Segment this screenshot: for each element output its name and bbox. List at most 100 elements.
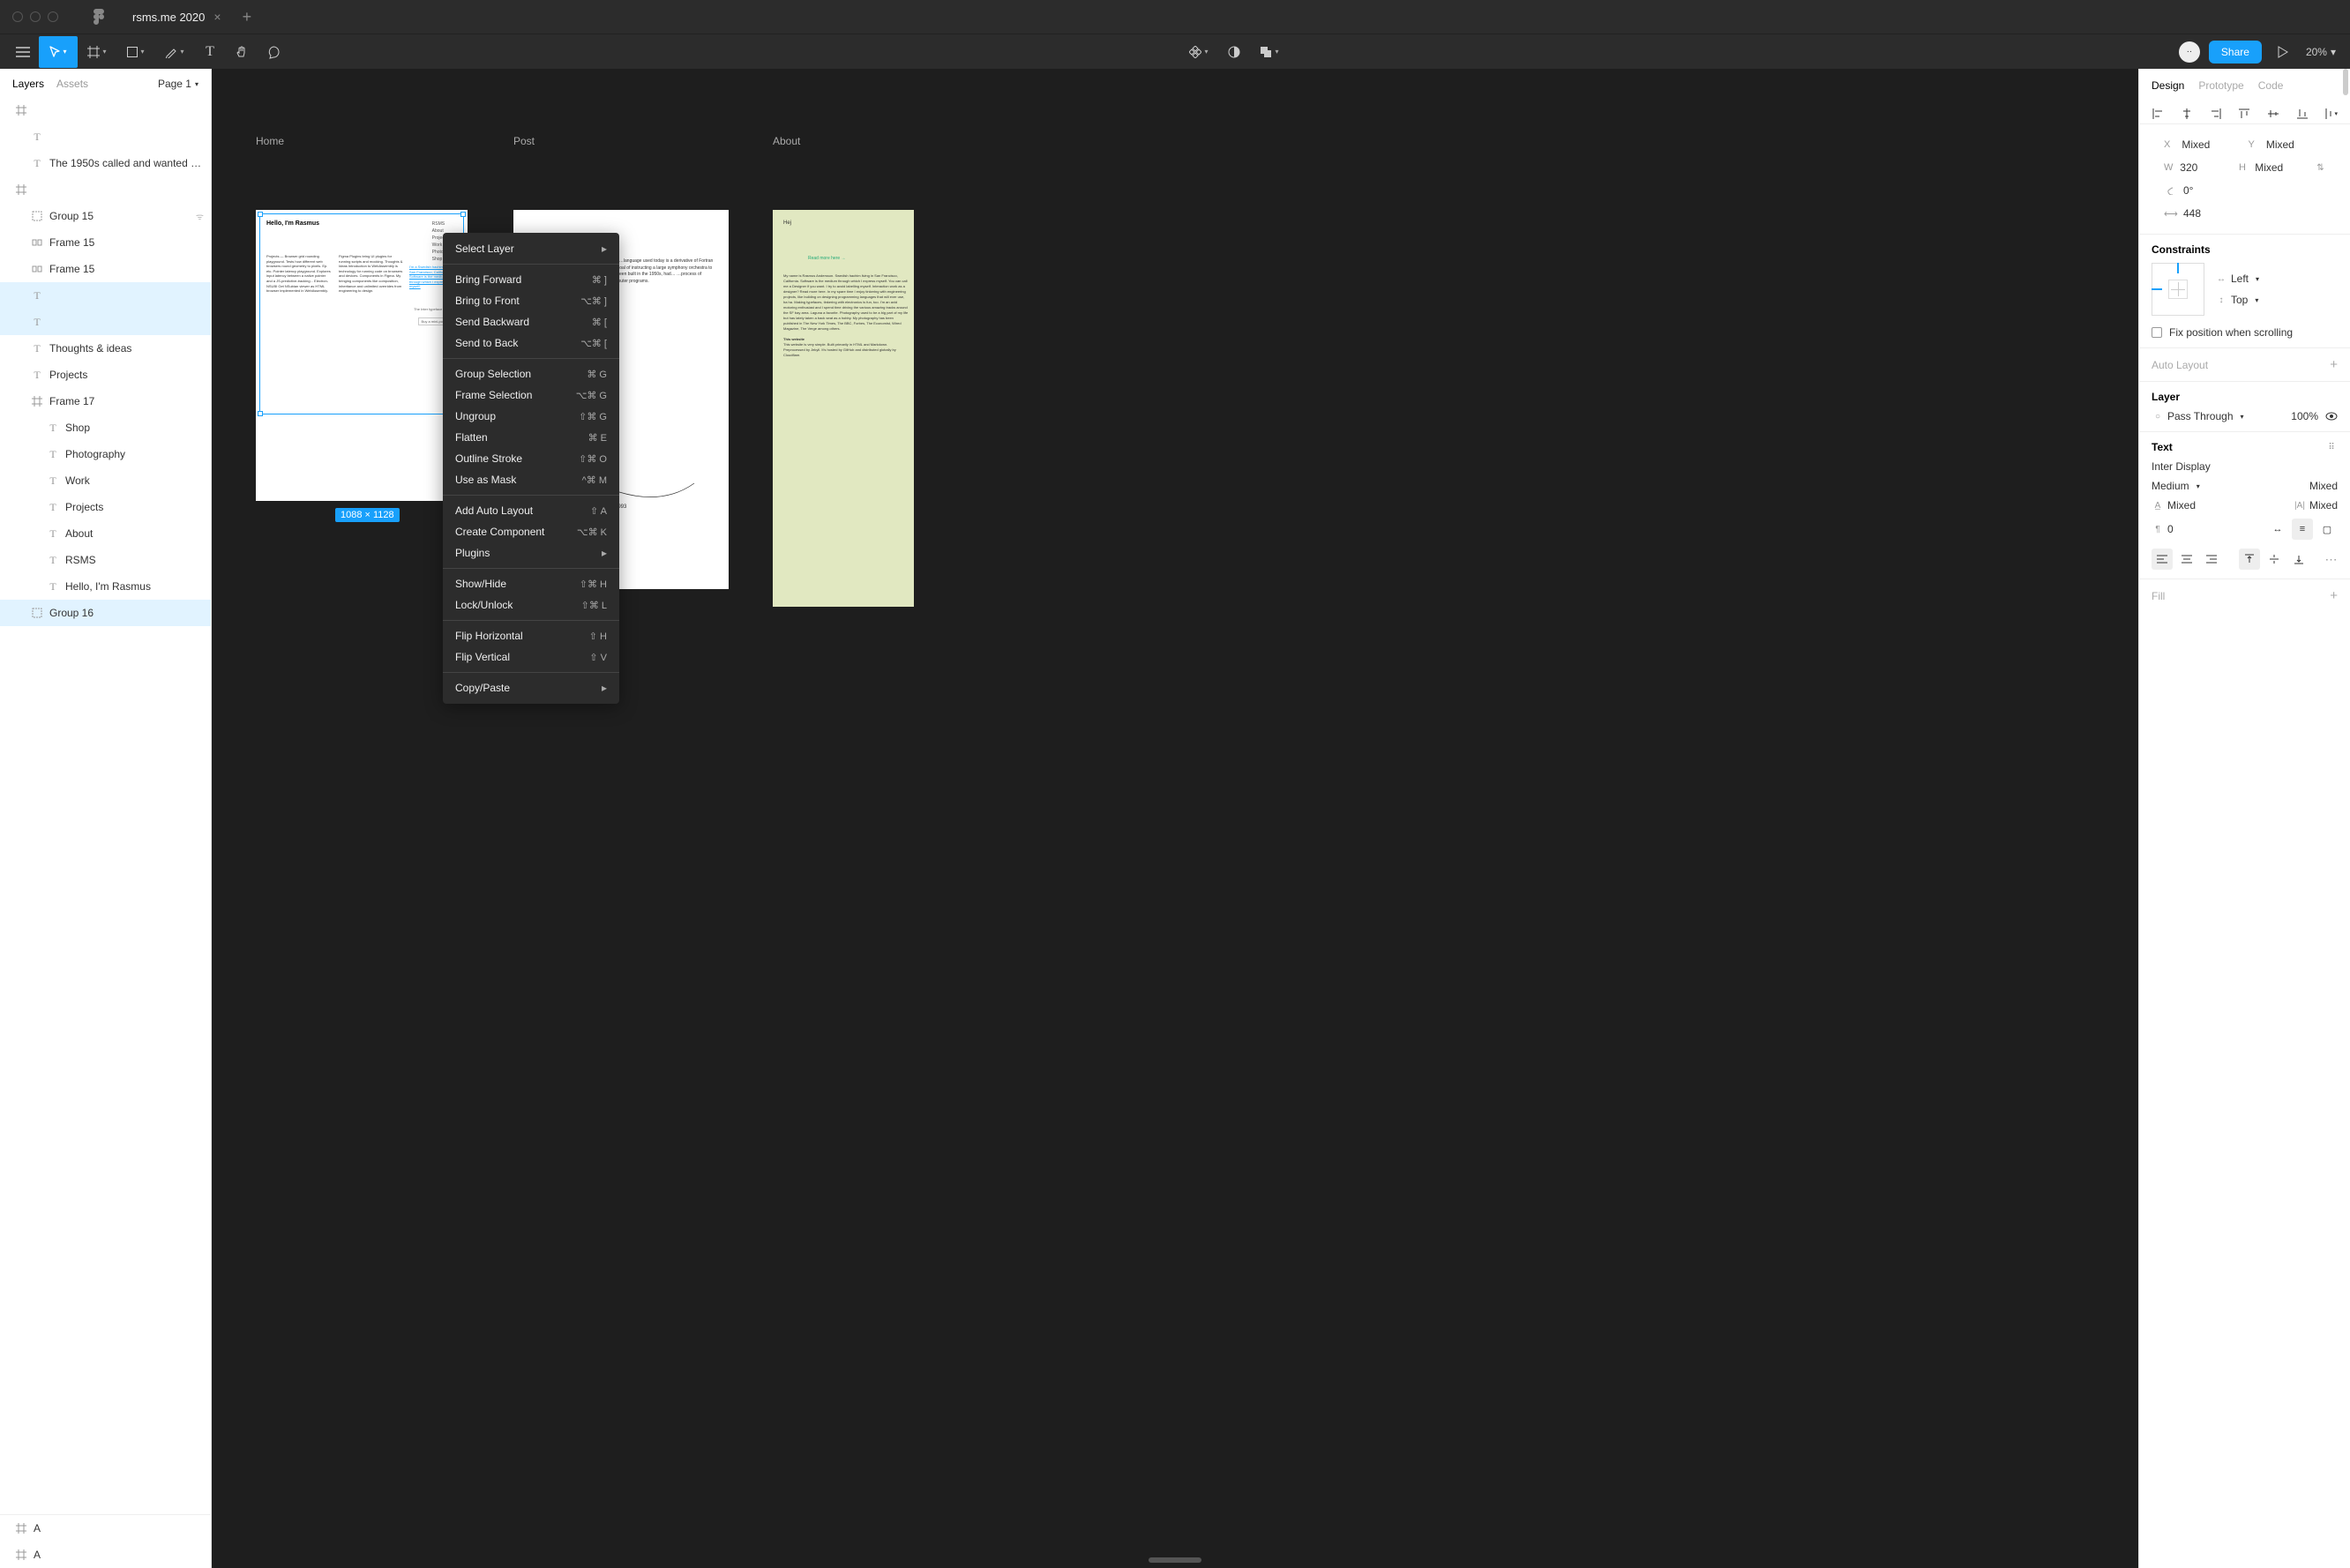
layer-row[interactable]: TRSMS: [0, 547, 211, 573]
layer-row[interactable]: TPhotography: [0, 441, 211, 467]
add-fill-button[interactable]: +: [2330, 588, 2338, 603]
context-menu-item[interactable]: Send to Back⌥⌘ [: [443, 332, 619, 354]
text-tool[interactable]: T: [194, 36, 226, 68]
layer-row[interactable]: Group 15ᯤ: [0, 203, 211, 229]
line-height-field[interactable]: Mixed: [2167, 499, 2196, 511]
visibility-icon[interactable]: [2325, 410, 2338, 422]
layer-row[interactable]: TAbout: [0, 520, 211, 547]
zoom-window-icon[interactable]: [48, 11, 58, 22]
hidden-icon[interactable]: ᯤ: [196, 210, 204, 222]
tab-prototype[interactable]: Prototype: [2198, 79, 2243, 92]
close-tab-icon[interactable]: ×: [213, 10, 221, 24]
constraint-h-dropdown[interactable]: ↔Left▾: [2215, 273, 2338, 285]
new-tab-button[interactable]: +: [234, 8, 261, 26]
layer-row[interactable]: THello, I'm Rasmus: [0, 573, 211, 600]
constraints-widget[interactable]: [2152, 263, 2204, 316]
context-menu-item[interactable]: Show/Hide⇧⌘ H: [443, 573, 619, 594]
context-menu-item[interactable]: Outline Stroke⇧⌘ O: [443, 448, 619, 469]
h-field[interactable]: Mixed: [2255, 161, 2307, 174]
layer-row[interactable]: [0, 176, 211, 203]
blend-mode-dropdown[interactable]: ○Pass Through▾: [2152, 410, 2244, 422]
context-menu-item[interactable]: Use as Mask^⌘ M: [443, 469, 619, 490]
align-center-text-icon[interactable]: [2176, 549, 2197, 570]
width-alt-field[interactable]: 448: [2183, 207, 2249, 220]
align-left-text-icon[interactable]: [2152, 549, 2173, 570]
align-right-icon[interactable]: [2210, 108, 2222, 120]
tab-code[interactable]: Code: [2258, 79, 2284, 92]
layer-row[interactable]: [0, 97, 211, 123]
canvas-scrollbar[interactable]: [1149, 1557, 1201, 1563]
shape-tool[interactable]: ▾: [116, 36, 155, 68]
align-middle-text-icon[interactable]: [2264, 549, 2285, 570]
zoom-dropdown[interactable]: 20%▾: [2299, 46, 2343, 58]
layer-row[interactable]: TWork: [0, 467, 211, 494]
layer-row[interactable]: T: [0, 123, 211, 150]
frame-about[interactable]: Hej Read more here → My name is Rasmus A…: [773, 210, 914, 607]
layer-row[interactable]: T: [0, 309, 211, 335]
layers-tree[interactable]: TTThe 1950s called and wanted …Group 15ᯤ…: [0, 97, 211, 1514]
align-right-text-icon[interactable]: [2201, 549, 2222, 570]
opacity-field[interactable]: 100%: [2291, 410, 2318, 422]
layer-row[interactable]: A: [0, 1515, 211, 1542]
move-tool[interactable]: ▾: [39, 36, 78, 68]
rotation-field[interactable]: 0°: [2183, 184, 2249, 197]
mask-tool[interactable]: [1218, 36, 1250, 68]
align-left-icon[interactable]: [2152, 108, 2164, 120]
context-menu-item[interactable]: Send Backward⌘ [: [443, 311, 619, 332]
layer-row[interactable]: Group 16: [0, 600, 211, 626]
layer-row[interactable]: Frame 17: [0, 388, 211, 414]
close-window-icon[interactable]: [12, 11, 23, 22]
frame-tool[interactable]: ▾: [78, 36, 116, 68]
align-v-center-icon[interactable]: [2267, 108, 2279, 120]
link-wh-icon[interactable]: ⇅: [2316, 161, 2325, 174]
tab-assets[interactable]: Assets: [56, 78, 88, 90]
tab-design[interactable]: Design: [2152, 79, 2184, 92]
context-menu-item[interactable]: Add Auto Layout⇧ A: [443, 500, 619, 521]
context-menu-item[interactable]: Frame Selection⌥⌘ G: [443, 385, 619, 406]
pen-tool[interactable]: ▾: [155, 36, 194, 68]
context-menu-item[interactable]: Group Selection⌘ G: [443, 363, 619, 385]
layer-row[interactable]: TThoughts & ideas: [0, 335, 211, 362]
frame-label[interactable]: Home: [256, 135, 284, 147]
comment-tool[interactable]: [258, 36, 289, 68]
avatar[interactable]: ··: [2179, 41, 2200, 63]
frame-label[interactable]: Post: [513, 135, 535, 147]
layer-row[interactable]: TProjects: [0, 494, 211, 520]
minimize-window-icon[interactable]: [30, 11, 41, 22]
tab-layers[interactable]: Layers: [12, 78, 44, 90]
align-bottom-icon[interactable]: [2296, 108, 2309, 120]
text-style-icon[interactable]: ⠿: [2325, 441, 2338, 453]
context-menu-item[interactable]: Bring to Front⌥⌘ ]: [443, 290, 619, 311]
pages-dropdown[interactable]: Page 1 ▾: [158, 78, 198, 90]
layer-row[interactable]: TThe 1950s called and wanted …: [0, 150, 211, 176]
distribute-icon[interactable]: ▾: [2325, 108, 2338, 120]
figma-logo-icon[interactable]: [94, 9, 104, 25]
boolean-tool[interactable]: ▾: [1250, 36, 1289, 68]
layer-row[interactable]: T: [0, 282, 211, 309]
panel-scrollbar[interactable]: [2343, 69, 2348, 95]
text-more-icon[interactable]: ⋯: [2325, 553, 2338, 565]
layer-row[interactable]: Frame 15: [0, 256, 211, 282]
context-menu-item[interactable]: Select Layer▸: [443, 238, 619, 259]
present-button[interactable]: [2267, 36, 2299, 68]
fix-position-checkbox[interactable]: [2152, 327, 2162, 338]
share-button[interactable]: Share: [2209, 41, 2262, 63]
auto-width-icon[interactable]: ↔: [2267, 519, 2288, 540]
context-menu-item[interactable]: Copy/Paste▸: [443, 677, 619, 698]
component-tool[interactable]: ▾: [1179, 36, 1218, 68]
w-field[interactable]: 320: [2180, 161, 2232, 174]
constraint-v-dropdown[interactable]: ↕Top▾: [2215, 294, 2338, 306]
frame-home[interactable]: Hello, I'm Rasmus RSMSAboutProjectsWorkP…: [256, 210, 468, 501]
file-tab[interactable]: rsms.me 2020 ×: [120, 0, 234, 34]
context-menu-item[interactable]: Plugins▸: [443, 542, 619, 564]
context-menu-item[interactable]: Lock/Unlock⇧⌘ L: [443, 594, 619, 616]
x-field[interactable]: Mixed: [2182, 138, 2241, 151]
auto-height-icon[interactable]: ≡: [2292, 519, 2313, 540]
context-menu-item[interactable]: Ungroup⇧⌘ G: [443, 406, 619, 427]
context-menu-item[interactable]: Bring Forward⌘ ]: [443, 269, 619, 290]
layer-row[interactable]: Frame 15: [0, 229, 211, 256]
font-family-dropdown[interactable]: Inter Display: [2152, 460, 2338, 473]
layer-row[interactable]: TProjects: [0, 362, 211, 388]
font-size-field[interactable]: Mixed: [2309, 480, 2338, 492]
layer-row[interactable]: A: [0, 1542, 211, 1568]
